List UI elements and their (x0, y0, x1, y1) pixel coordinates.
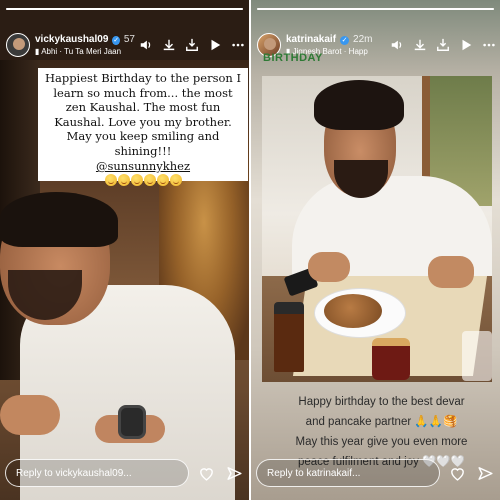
story-caption-box: Happiest Birthday to the person I learn … (38, 68, 248, 186)
birthday-sticker: BIRTHDAY (263, 52, 323, 64)
play-icon[interactable] (208, 38, 222, 52)
person-hair (0, 192, 118, 247)
person-hand (428, 256, 474, 288)
verified-badge-icon: ✓ (340, 36, 350, 45)
smile-emoji-icon (143, 174, 156, 186)
reply-bar: Reply to katrinakaif... (256, 458, 496, 488)
reply-input[interactable]: Reply to vickykaushal09... (5, 459, 189, 487)
story-progress-fill (257, 8, 494, 10)
send-icon[interactable] (474, 462, 496, 484)
mute-icon[interactable] (390, 38, 404, 52)
story-vickykaushal[interactable]: vickykaushal09 ✓ 57 ▮ Abhi · Tu Ta Meri … (0, 0, 249, 500)
person-hand (308, 252, 350, 282)
story-controls (390, 38, 496, 52)
music-label: Abhi · Tu Ta Meri Jaan (41, 47, 122, 56)
save-download-icon[interactable] (185, 38, 199, 52)
story-time: 57 (123, 34, 135, 45)
story-progress-fill (6, 8, 243, 10)
reply-input[interactable]: Reply to katrinakaif... (256, 459, 440, 487)
glass (462, 331, 492, 381)
emoji-row (42, 174, 244, 186)
more-options-icon[interactable] (231, 38, 245, 52)
smile-emoji-icon (117, 174, 130, 186)
wristwatch (118, 405, 146, 439)
more-options-icon[interactable] (482, 38, 496, 52)
mute-icon[interactable] (139, 38, 153, 52)
story-header: vickykaushal09 ✓ 57 ▮ Abhi · Tu Ta Meri … (6, 28, 245, 62)
heart-icon[interactable] (446, 462, 468, 484)
story-photo (262, 76, 492, 382)
download-icon[interactable] (162, 38, 176, 52)
reply-bar: Reply to vickykaushal09... (5, 458, 245, 488)
save-download-icon[interactable] (436, 38, 450, 52)
story-katrinakaif[interactable]: katrinakaif ✓ 22m ▮ Jignesh Barot · Happ (251, 0, 500, 500)
story-username[interactable]: vickykaushal09 (35, 34, 108, 45)
music-note-icon: ▮ (35, 47, 40, 56)
story-time: 22m (353, 34, 373, 45)
download-icon[interactable] (413, 38, 427, 52)
verified-badge-icon: ✓ (112, 36, 120, 45)
send-icon[interactable] (223, 462, 245, 484)
avatar[interactable] (6, 33, 30, 57)
story-caption: Happiest Birthday to the person I learn … (44, 71, 242, 158)
caption-line: Happy birthday to the best devar (298, 396, 465, 408)
story-progress-bar (6, 8, 243, 10)
story-meta: vickykaushal09 ✓ 57 ▮ Abhi · Tu Ta Meri … (35, 34, 135, 56)
story-controls (139, 38, 245, 52)
person-hand (0, 395, 60, 435)
smile-emoji-icon (130, 174, 143, 186)
syrup-bottle (274, 302, 304, 372)
story-music[interactable]: ▮ Abhi · Tu Ta Meri Jaan (35, 47, 135, 56)
person-hair (314, 80, 404, 130)
smile-emoji-icon (156, 174, 169, 186)
smile-emoji-icon (169, 174, 182, 186)
caption-line: May this year give you even more (295, 436, 468, 448)
play-icon[interactable] (459, 38, 473, 52)
story-mention[interactable]: @sunsunnykhez (42, 159, 244, 173)
jam-jar (372, 338, 410, 380)
heart-icon[interactable] (195, 462, 217, 484)
story-username[interactable]: katrinakaif (286, 34, 336, 45)
pancake (324, 294, 382, 328)
smile-emoji-icon (104, 174, 117, 186)
caption-line: and pancake partner 🙏🙏🥞 (305, 416, 458, 428)
story-progress-bar (257, 8, 494, 10)
